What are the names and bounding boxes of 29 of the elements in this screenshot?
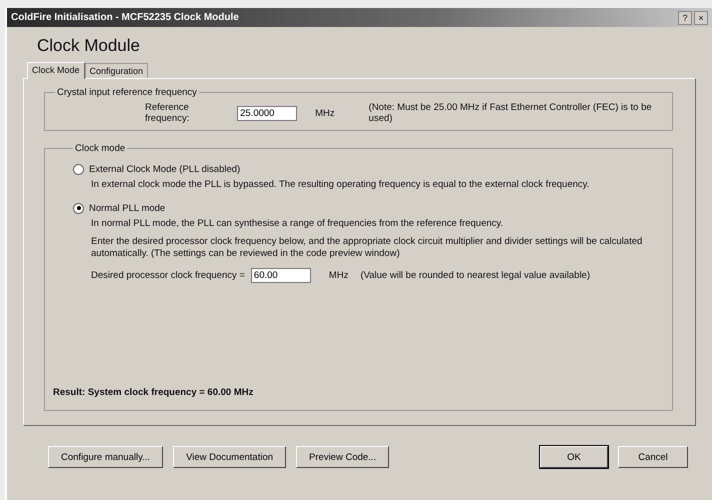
help-button[interactable]: ? [678, 10, 692, 24]
radio-button[interactable] [73, 202, 84, 214]
unit-label: MHz [328, 270, 348, 280]
dialog-button[interactable]: OK [540, 446, 608, 468]
dialog-button[interactable]: Configure manually... [48, 446, 164, 468]
close-button[interactable]: × [694, 10, 708, 24]
tab[interactable]: Clock Mode [27, 62, 85, 79]
tab[interactable]: Configuration [84, 63, 148, 78]
note-text: (Value will be rounded to nearest legal value available) [360, 270, 590, 280]
window-title: ColdFire Initialisation - MCF52235 Clock Module [11, 12, 240, 23]
dialog-button[interactable]: Cancel [618, 446, 688, 468]
input-field[interactable]: 25.0000 [237, 106, 298, 120]
description-text: Enter the desired processor clock frequency below, and the appropriate clock circuit multiplier and divider settings will be calculated automatically. (The settings can be reviewed in the code preview window) [91, 236, 644, 260]
group-title: Crystal input reference frequency [56, 87, 198, 98]
radio-button[interactable] [73, 164, 84, 175]
description-text: In external clock mode the PLL is bypassed. The resulting operating frequency is equal to the external clock frequency. [91, 179, 590, 191]
input-field[interactable]: 60.00 [250, 268, 311, 282]
radio-label[interactable]: Normal PLL mode [89, 202, 166, 214]
dialog-heading: Clock Module [36, 35, 141, 57]
note-text: (Note: Must be 25.00 MHz if Fast Ethernet Controller (FEC) is to be used) [368, 102, 653, 124]
field-label: Desired processor clock frequency = [91, 270, 245, 280]
dialog-button[interactable]: View Documentation [173, 446, 286, 468]
dialog-button[interactable]: Preview Code... [296, 446, 390, 468]
radio-label[interactable]: External Clock Mode (PLL disabled) [89, 164, 240, 175]
unit-label: MHz [315, 108, 335, 118]
description-text: In normal PLL mode, the PLL can synthesise a range of frequencies from the reference frequency. [91, 218, 504, 230]
result-text: Result: System clock frequency = 60.00 MHz [53, 387, 254, 400]
group-title: Clock mode [74, 143, 126, 154]
field-label: Reference frequency: [145, 102, 190, 124]
